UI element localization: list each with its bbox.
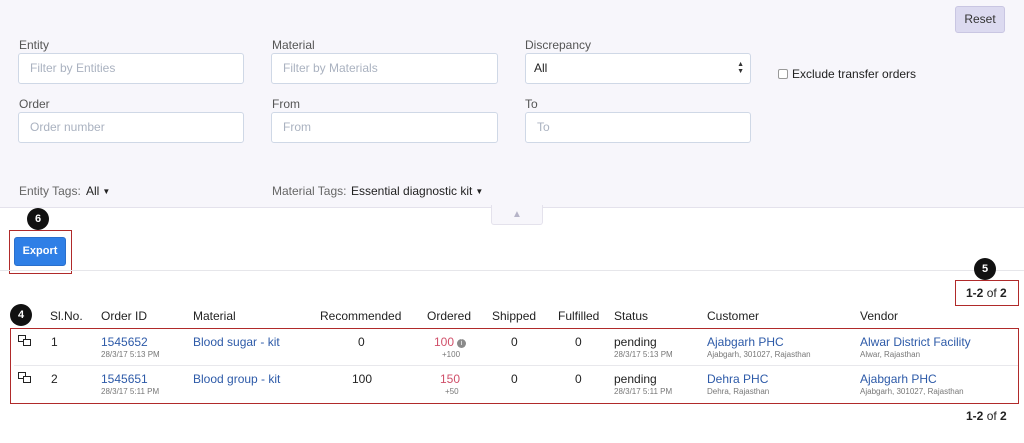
header-status: Status	[614, 309, 649, 323]
ordered-diff: +50	[445, 387, 459, 396]
order-id-link[interactable]: 1545652	[101, 335, 148, 349]
discrepancy-select[interactable]: All ▲ ▼	[525, 53, 751, 84]
chevron-up-icon: ▲	[512, 209, 522, 220]
material-label: Material	[272, 38, 315, 52]
order-number-input[interactable]: Order number	[18, 112, 244, 143]
material-tags-dropdown[interactable]: Essential diagnostic kit ▼	[351, 184, 483, 198]
order-time: 28/3/17 5:13 PM	[101, 350, 160, 359]
customer-link[interactable]: Dehra PHC	[707, 372, 768, 386]
entity-tags-value: All	[86, 184, 100, 198]
header-shipped: Shipped	[492, 309, 537, 323]
shipped-value: 0	[511, 372, 518, 386]
pagination-total: 2	[1000, 409, 1007, 423]
pagination-top: 1-2 of 2	[966, 286, 1007, 300]
caret-down-icon: ▼	[475, 187, 484, 197]
customer-link[interactable]: Ajabgarh PHC	[707, 335, 784, 349]
divider	[0, 270, 1024, 271]
recommended-value: 100	[352, 372, 373, 386]
customer-address: Dehra, Rajasthan	[707, 387, 770, 396]
info-icon[interactable]: i	[457, 339, 467, 348]
fulfilled-value: 0	[575, 335, 582, 349]
fulfilled-value: 0	[575, 372, 582, 386]
vendor-address: Ajabgarh, 301027, Rajasthan	[860, 387, 964, 396]
header-sl-no: Sl.No.	[50, 309, 83, 323]
header-recommended: Recommended	[320, 309, 402, 323]
to-label: To	[525, 97, 538, 111]
row-sl-no: 2	[51, 372, 58, 386]
pagination-range: 1-2	[966, 286, 984, 300]
pagination-total: 2	[1000, 286, 1007, 300]
material-link[interactable]: Blood sugar - kit	[193, 335, 280, 349]
callout-marker-export: 6	[27, 208, 49, 230]
from-label: From	[272, 97, 300, 111]
to-date-input[interactable]: To	[525, 112, 751, 143]
filter-panel: Reset Entity Filter by Entities Material…	[0, 0, 1024, 208]
header-ordered: Ordered	[427, 309, 472, 323]
status-time: 28/3/17 5:13 PM	[614, 350, 673, 359]
discrepancy-value: All	[534, 61, 548, 75]
material-tags-value: Essential diagnostic kit	[351, 184, 473, 198]
callout-marker-rows: 4	[10, 304, 32, 326]
duplicate-icon[interactable]	[18, 372, 32, 384]
exclude-transfer-checkbox[interactable]	[778, 69, 788, 79]
status-time: 28/3/17 5:11 PM	[614, 387, 673, 396]
entity-filter-input[interactable]: Filter by Entities	[18, 53, 244, 84]
entity-label: Entity	[19, 38, 50, 52]
material-filter-input[interactable]: Filter by Materials	[271, 53, 498, 84]
status-value: pending	[614, 372, 657, 386]
header-order-id: Order ID	[101, 309, 148, 323]
vendor-address: Alwar, Rajasthan	[860, 350, 921, 359]
order-label: Order	[19, 97, 50, 111]
discrepancy-label: Discrepancy	[525, 38, 592, 52]
customer-address: Ajabgarh, 301027, Rajasthan	[707, 350, 811, 359]
pagination-range: 1-2	[966, 409, 984, 423]
from-date-input[interactable]: From	[271, 112, 498, 143]
ordered-cell: 100 i	[434, 335, 467, 349]
header-material: Material	[193, 309, 236, 323]
vendor-link[interactable]: Ajabgarh PHC	[860, 372, 937, 386]
caret-down-icon: ▼	[102, 187, 111, 197]
duplicate-icon[interactable]	[18, 335, 32, 347]
reset-button[interactable]: Reset	[955, 6, 1005, 33]
collapse-filters-button[interactable]: ▲	[491, 205, 543, 225]
entity-tags-label: Entity Tags:	[19, 184, 81, 198]
header-vendor: Vendor	[860, 309, 899, 323]
row-sl-no: 1	[51, 335, 58, 349]
entity-tags-dropdown[interactable]: All ▼	[86, 184, 110, 198]
pagination-bottom: 1-2 of 2	[966, 409, 1007, 423]
recommended-value: 0	[358, 335, 365, 349]
select-arrows-icon: ▲ ▼	[737, 61, 744, 75]
ordered-value: 100	[434, 335, 455, 349]
pagination-of: of	[986, 409, 997, 423]
material-link[interactable]: Blood group - kit	[193, 372, 280, 386]
ordered-diff: +100	[442, 350, 461, 359]
row-divider	[14, 365, 1018, 366]
vendor-link[interactable]: Alwar District Facility	[860, 335, 971, 349]
pagination-of: of	[986, 286, 997, 300]
material-tags-label: Material Tags:	[272, 184, 347, 198]
exclude-transfer-label: Exclude transfer orders	[792, 67, 917, 81]
order-id-link[interactable]: 1545651	[101, 372, 148, 386]
shipped-value: 0	[511, 335, 518, 349]
export-button[interactable]: Export	[14, 237, 66, 266]
header-fulfilled: Fulfilled	[558, 309, 600, 323]
status-value: pending	[614, 335, 657, 349]
order-time: 28/3/17 5:11 PM	[101, 387, 160, 396]
header-customer: Customer	[707, 309, 760, 323]
callout-marker-pager: 5	[974, 258, 996, 280]
ordered-value: 150	[440, 372, 461, 386]
